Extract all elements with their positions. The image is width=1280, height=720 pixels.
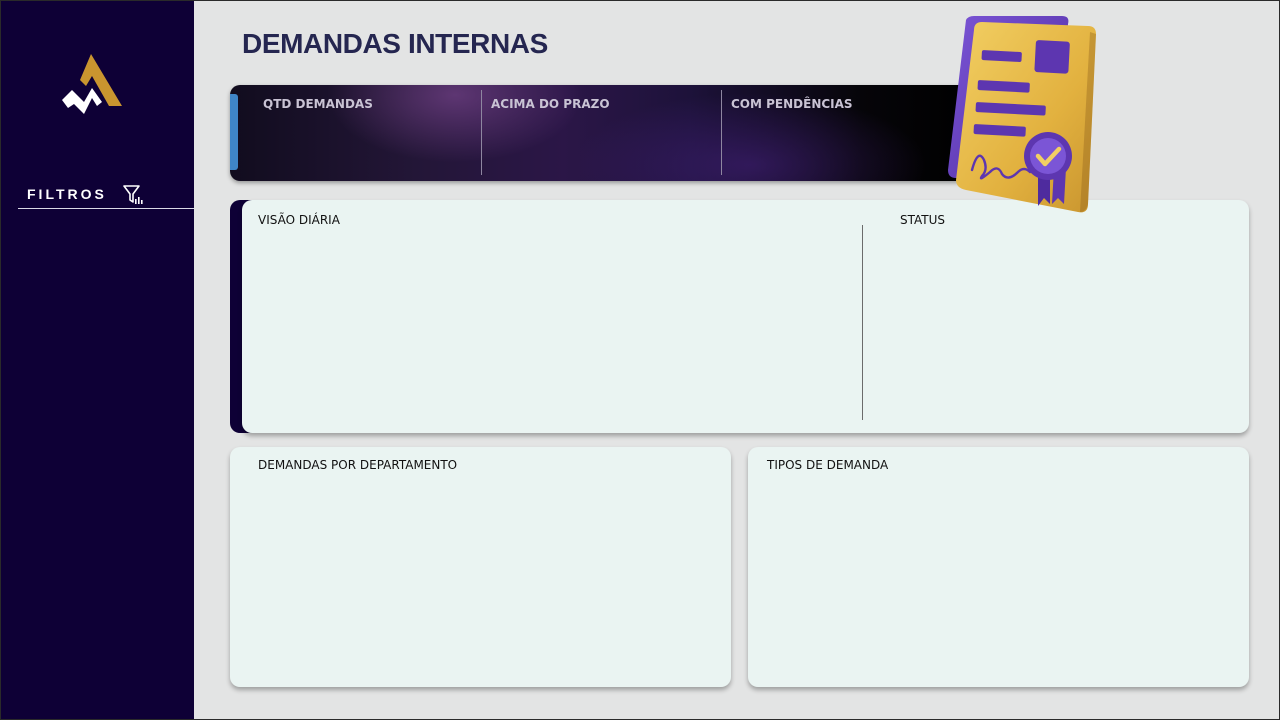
demand-types-card: TIPOS DE DEMANDA (748, 447, 1249, 687)
certificate-icon (938, 8, 1108, 220)
filter-icon[interactable] (122, 184, 144, 206)
kpi-com-pendencias-label: COM PENDÊNCIAS (731, 97, 853, 111)
daily-view-card: VISÃO DIÁRIA STATUS (242, 200, 1249, 433)
brand-logo-icon (60, 52, 126, 118)
department-demands-title: DEMANDAS POR DEPARTAMENTO (258, 458, 458, 472)
kpi-divider (721, 90, 722, 175)
kpi-acima-prazo-label: ACIMA DO PRAZO (491, 97, 610, 111)
kpi-divider (481, 90, 482, 175)
kpi-accent-bar (230, 94, 238, 170)
demand-types-title: TIPOS DE DEMANDA (767, 458, 889, 472)
filters-label: FILTROS (27, 186, 107, 202)
card-divider (862, 225, 863, 420)
kpi-band: QTD DEMANDAS ACIMA DO PRAZO COM PENDÊNCI… (230, 85, 972, 181)
daily-view-title: VISÃO DIÁRIA (258, 213, 340, 227)
filters-panel[interactable]: FILTROS (18, 183, 194, 209)
kpi-qtd-demandas-label: QTD DEMANDAS (263, 97, 373, 111)
page-title: DEMANDAS INTERNAS (242, 28, 548, 59)
sidebar: FILTROS (0, 0, 194, 720)
department-demands-card: DEMANDAS POR DEPARTAMENTO (230, 447, 731, 687)
